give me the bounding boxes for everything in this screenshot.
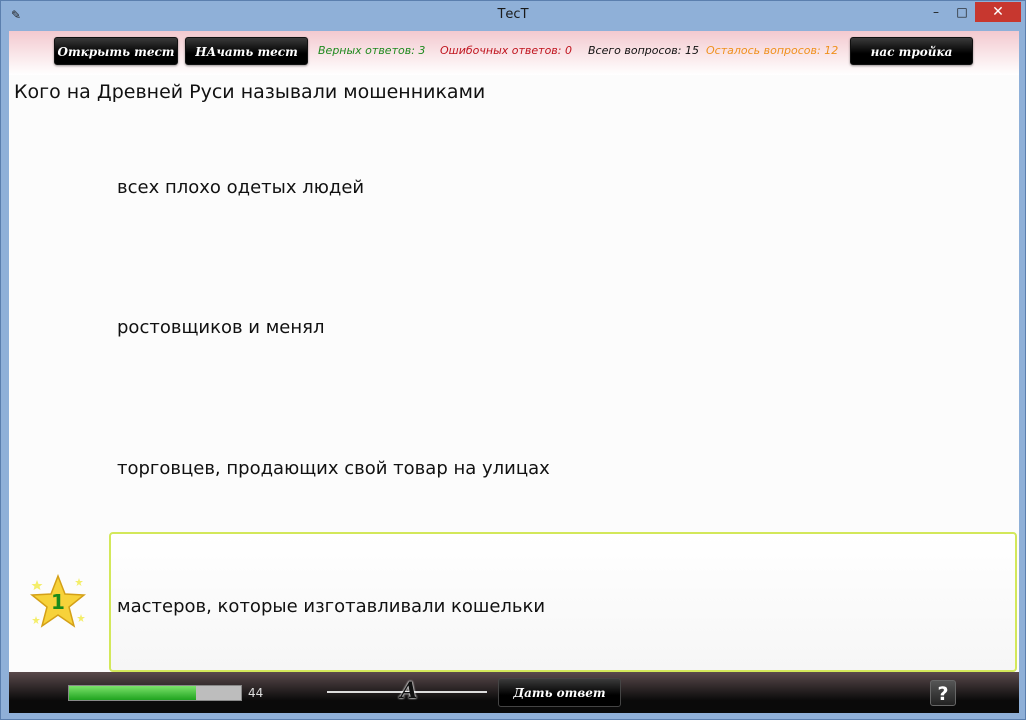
- star-badge-number: 1: [51, 590, 65, 614]
- answer-option-2[interactable]: ростовщиков и менял: [109, 253, 1017, 393]
- client-area: Открыть тест НАчать тест Верных ответов:…: [9, 31, 1019, 713]
- settings-button[interactable]: нас тройка: [850, 37, 973, 65]
- help-button[interactable]: ?: [930, 680, 956, 706]
- star-icon: 1: [29, 573, 87, 630]
- question-text: Кого на Древней Руси называли мошенникам…: [14, 81, 486, 103]
- top-toolbar: Открыть тест НАчать тест Верных ответов:…: [9, 31, 1019, 75]
- answer-option-label: мастеров, которые изготавливали кошельки: [117, 596, 546, 617]
- answer-option-label: всех плохо одетых людей: [117, 177, 365, 198]
- answer-option-4[interactable]: мастеров, которые изготавливали кошельки: [109, 532, 1017, 672]
- open-test-button[interactable]: Открыть тест: [54, 37, 178, 65]
- submit-answer-button[interactable]: Дать ответ: [498, 678, 621, 707]
- window-title: ТесТ: [497, 7, 529, 22]
- answer-option-3[interactable]: торговцев, продающих свой товар на улица…: [109, 394, 1017, 534]
- remaining-questions-count: Осталось вопросов: 12: [706, 44, 839, 57]
- progress-fill: [69, 686, 197, 700]
- answer-option-label: торговцев, продающих свой товар на улица…: [117, 458, 550, 479]
- answer-option-1[interactable]: всех плохо одетых людей: [109, 113, 1017, 253]
- progress-value: 44: [248, 686, 264, 700]
- minimize-button[interactable]: –: [923, 2, 949, 22]
- answer-option-label: ростовщиков и менял: [117, 317, 325, 338]
- start-test-button[interactable]: НАчать тест: [185, 37, 308, 65]
- wrong-answers-count: Ошибочных ответов: 0: [440, 44, 572, 57]
- close-button[interactable]: ✕: [975, 2, 1021, 22]
- app-window: ✎ ТесТ – □ ✕ Открыть тест НАчать тест Ве…: [0, 0, 1026, 720]
- font-size-slider-thumb[interactable]: A: [400, 679, 418, 703]
- total-questions-count: Всего вопросов: 15: [588, 44, 699, 57]
- correct-answers-count: Верных ответов: 3: [318, 44, 426, 57]
- title-bar[interactable]: ✎ ТесТ – □ ✕: [1, 1, 1025, 31]
- bottom-bar: 44 A Дать ответ ?: [9, 672, 1019, 713]
- maximize-button[interactable]: □: [949, 2, 975, 22]
- timer-progress-bar: [68, 685, 242, 701]
